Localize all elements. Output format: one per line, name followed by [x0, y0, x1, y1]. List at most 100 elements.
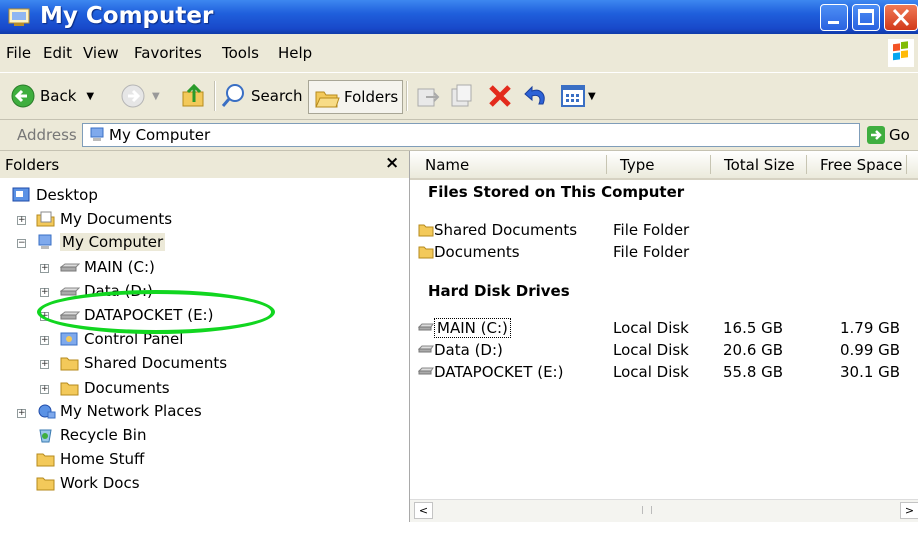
- folders-pane-title: Folders: [5, 156, 60, 174]
- expand-icon[interactable]: +: [17, 216, 26, 225]
- expand-icon[interactable]: +: [40, 336, 49, 345]
- title-bar[interactable]: My Computer: [0, 0, 918, 34]
- tree-label: Work Docs: [60, 473, 140, 492]
- explorer-window: My Computer File Edit View Favorites Too…: [0, 0, 918, 533]
- tree-item-main-c[interactable]: MAIN (C:): [60, 255, 155, 278]
- scroll-right-icon[interactable]: >: [900, 502, 918, 519]
- list-item[interactable]: Shared Documents File Folder: [418, 221, 918, 243]
- item-name: Data (D:): [434, 341, 503, 359]
- windows-logo-icon: [888, 39, 914, 67]
- copy-to-icon: [451, 84, 472, 107]
- column-divider[interactable]: [806, 155, 807, 174]
- column-name[interactable]: Name: [425, 156, 469, 174]
- delete-button[interactable]: [486, 81, 514, 111]
- column-type[interactable]: Type: [620, 156, 654, 174]
- close-folders-pane-button[interactable]: ×: [385, 153, 399, 173]
- menu-file[interactable]: File: [6, 44, 31, 62]
- move-to-button[interactable]: [414, 81, 442, 111]
- go-button[interactable]: Go: [866, 125, 910, 145]
- tree-item-recycle-bin[interactable]: Recycle Bin: [36, 423, 146, 446]
- tree-item-work-docs[interactable]: Work Docs: [36, 471, 140, 494]
- group-header: Files Stored on This Computer: [428, 183, 685, 201]
- folder-icon: [36, 477, 55, 490]
- window-title: My Computer: [40, 3, 214, 29]
- up-folder-button[interactable]: [180, 81, 208, 111]
- back-button[interactable]: Back ▼: [10, 81, 94, 111]
- column-divider[interactable]: [906, 155, 907, 174]
- tree-label: My Computer: [60, 232, 166, 251]
- expand-icon[interactable]: +: [40, 385, 49, 394]
- back-label: Back: [40, 87, 77, 105]
- list-item[interactable]: MAIN (C:) Local Disk 16.5 GB 1.79 GB: [417, 318, 918, 341]
- list-item[interactable]: DATAPOCKET (E:) Local Disk 55.8 GB 30.1 …: [417, 363, 918, 385]
- tree-label: Shared Documents: [84, 353, 228, 372]
- forward-button[interactable]: ▼: [120, 81, 160, 111]
- copy-to-button[interactable]: [448, 81, 476, 111]
- toolbar-separator: [214, 81, 216, 111]
- hard-drive-icon: [417, 367, 434, 375]
- tree-item-documents[interactable]: Documents: [60, 376, 170, 399]
- menu-help[interactable]: Help: [278, 44, 312, 62]
- name-cell: Data (D:): [417, 341, 503, 359]
- column-divider[interactable]: [606, 155, 607, 174]
- folders-pane-header: Folders ×: [0, 151, 409, 178]
- collapse-icon[interactable]: −: [17, 239, 26, 248]
- expand-icon[interactable]: +: [40, 360, 49, 369]
- total-size-cell: 20.6 GB: [723, 341, 784, 359]
- type-cell: File Folder: [613, 221, 690, 239]
- menu-view[interactable]: View: [83, 44, 119, 62]
- forward-dropdown-icon: ▼: [152, 90, 160, 102]
- expand-icon[interactable]: +: [40, 288, 49, 297]
- go-arrow-icon: [867, 126, 885, 144]
- tree-label: Desktop: [36, 185, 98, 204]
- move-to-icon: [417, 88, 440, 107]
- address-input[interactable]: My Computer ▼: [82, 123, 860, 147]
- back-dropdown-icon[interactable]: ▼: [86, 91, 94, 102]
- column-free-space[interactable]: Free Space: [820, 156, 902, 174]
- tree-item-shared-documents[interactable]: Shared Documents: [60, 351, 227, 374]
- search-icon: [221, 84, 244, 107]
- search-label: Search: [251, 87, 303, 105]
- tree-item-desktop[interactable]: Desktop: [12, 183, 98, 206]
- folder-icon: [60, 357, 79, 370]
- column-header: Name Type Total Size Free Space: [410, 151, 918, 180]
- horizontal-scrollbar[interactable]: < >: [410, 499, 918, 522]
- free-space-cell: 1.79 GB: [840, 319, 901, 337]
- close-window-button[interactable]: [884, 4, 918, 31]
- search-button[interactable]: Search: [220, 81, 303, 111]
- address-bar: Address My Computer ▼ Go: [0, 120, 918, 151]
- menu-favorites[interactable]: Favorites: [134, 44, 202, 62]
- column-total-size[interactable]: Total Size: [724, 156, 795, 174]
- toolbar-separator: [406, 81, 408, 111]
- menu-tools[interactable]: Tools: [222, 44, 259, 62]
- total-size-cell: 55.8 GB: [723, 363, 784, 381]
- folders-pane: Folders × Desktop + My Documents − My Co…: [0, 151, 410, 533]
- list-item[interactable]: Documents File Folder: [418, 243, 918, 265]
- views-button[interactable]: ▼: [560, 81, 596, 111]
- menu-edit[interactable]: Edit: [43, 44, 72, 62]
- item-name: Documents: [434, 243, 520, 261]
- back-arrow-icon: [11, 84, 35, 108]
- control-panel-icon: [60, 332, 78, 345]
- tree-item-my-network-places[interactable]: My Network Places: [36, 399, 202, 422]
- tree-item-home-stuff[interactable]: Home Stuff: [36, 447, 144, 470]
- network-places-icon: [38, 404, 56, 418]
- minimize-button[interactable]: [820, 4, 848, 31]
- column-divider[interactable]: [710, 155, 711, 174]
- undo-button[interactable]: [522, 81, 550, 111]
- tree-label: Home Stuff: [60, 449, 145, 468]
- views-dropdown-icon: ▼: [588, 90, 596, 102]
- standard-toolbar: Back ▼ ▼ Search Folders ▼: [0, 73, 918, 120]
- tree-item-my-computer[interactable]: My Computer: [36, 230, 166, 253]
- maximize-button[interactable]: [852, 4, 880, 31]
- my-computer-title-icon: [8, 8, 30, 26]
- expand-icon[interactable]: +: [40, 264, 49, 273]
- scroll-left-icon[interactable]: <: [414, 502, 433, 519]
- tree-item-my-documents[interactable]: My Documents: [36, 207, 172, 230]
- folders-button[interactable]: Folders: [308, 80, 404, 114]
- expand-icon[interactable]: +: [17, 409, 26, 418]
- tree-label: Recycle Bin: [60, 425, 147, 444]
- scroll-thumb-grip[interactable]: [642, 506, 652, 514]
- list-item[interactable]: Data (D:) Local Disk 20.6 GB 0.99 GB: [417, 341, 918, 363]
- recycle-bin-icon: [39, 429, 52, 442]
